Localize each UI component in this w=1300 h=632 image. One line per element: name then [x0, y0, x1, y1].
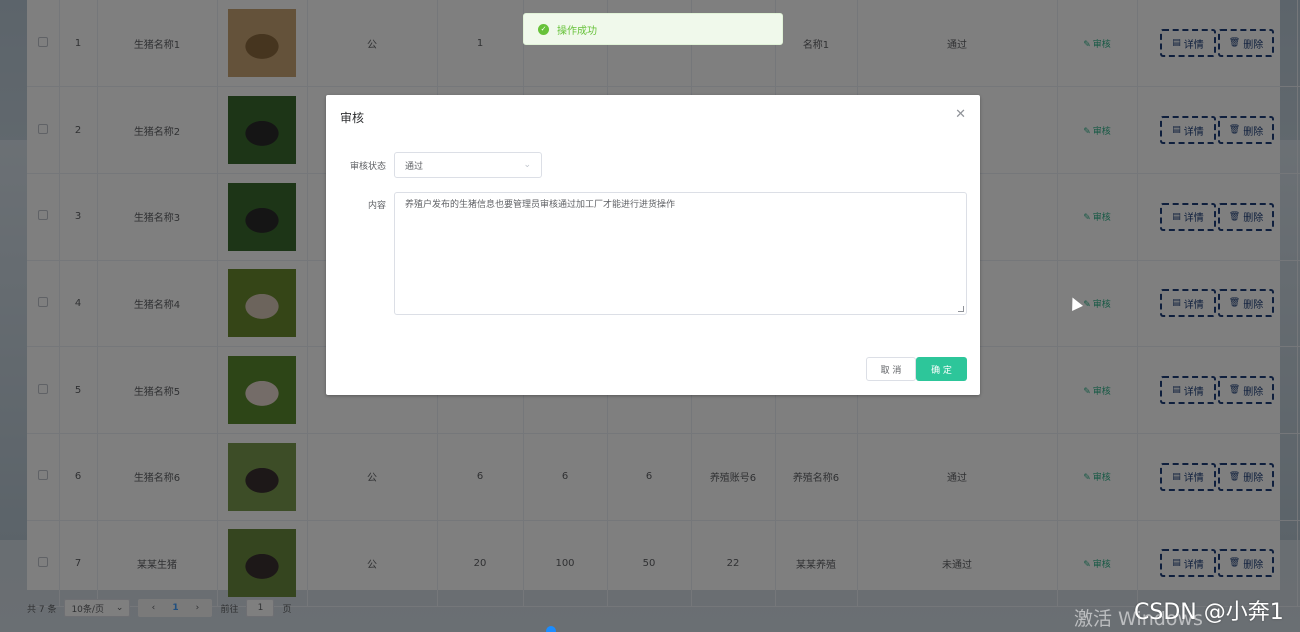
check-circle-icon: ✓: [538, 23, 549, 35]
status-select[interactable]: 通过 ⌄: [394, 152, 542, 178]
content-value: 养殖户发布的生猪信息也要管理员审核通过加工厂才能进行进货操作: [405, 200, 676, 210]
dialog-title: 审核: [340, 111, 365, 125]
cancel-button[interactable]: 取 消: [866, 357, 916, 381]
toast-message: 操作成功: [557, 25, 597, 37]
content-textarea[interactable]: 养殖户发布的生猪信息也要管理员审核通过加工厂才能进行进货操作: [394, 192, 967, 315]
resize-handle-icon[interactable]: [958, 306, 964, 312]
content-label: 内容: [367, 201, 386, 211]
audit-dialog: 审核 ✕ 审核状态 通过 ⌄ 内容 养殖户发布的生猪信息也要管理员审核通过加工厂…: [326, 95, 980, 395]
close-icon[interactable]: ✕: [955, 107, 966, 122]
confirm-button[interactable]: 确 定: [916, 357, 967, 381]
status-label: 审核状态: [349, 162, 386, 172]
indicator-dot: [546, 626, 556, 632]
chevron-down-icon: ⌄: [523, 160, 531, 170]
success-toast: ✓ 操作成功: [523, 13, 783, 45]
csdn-watermark: CSDN @小奔1: [1134, 600, 1284, 625]
status-value: 通过: [405, 161, 424, 172]
